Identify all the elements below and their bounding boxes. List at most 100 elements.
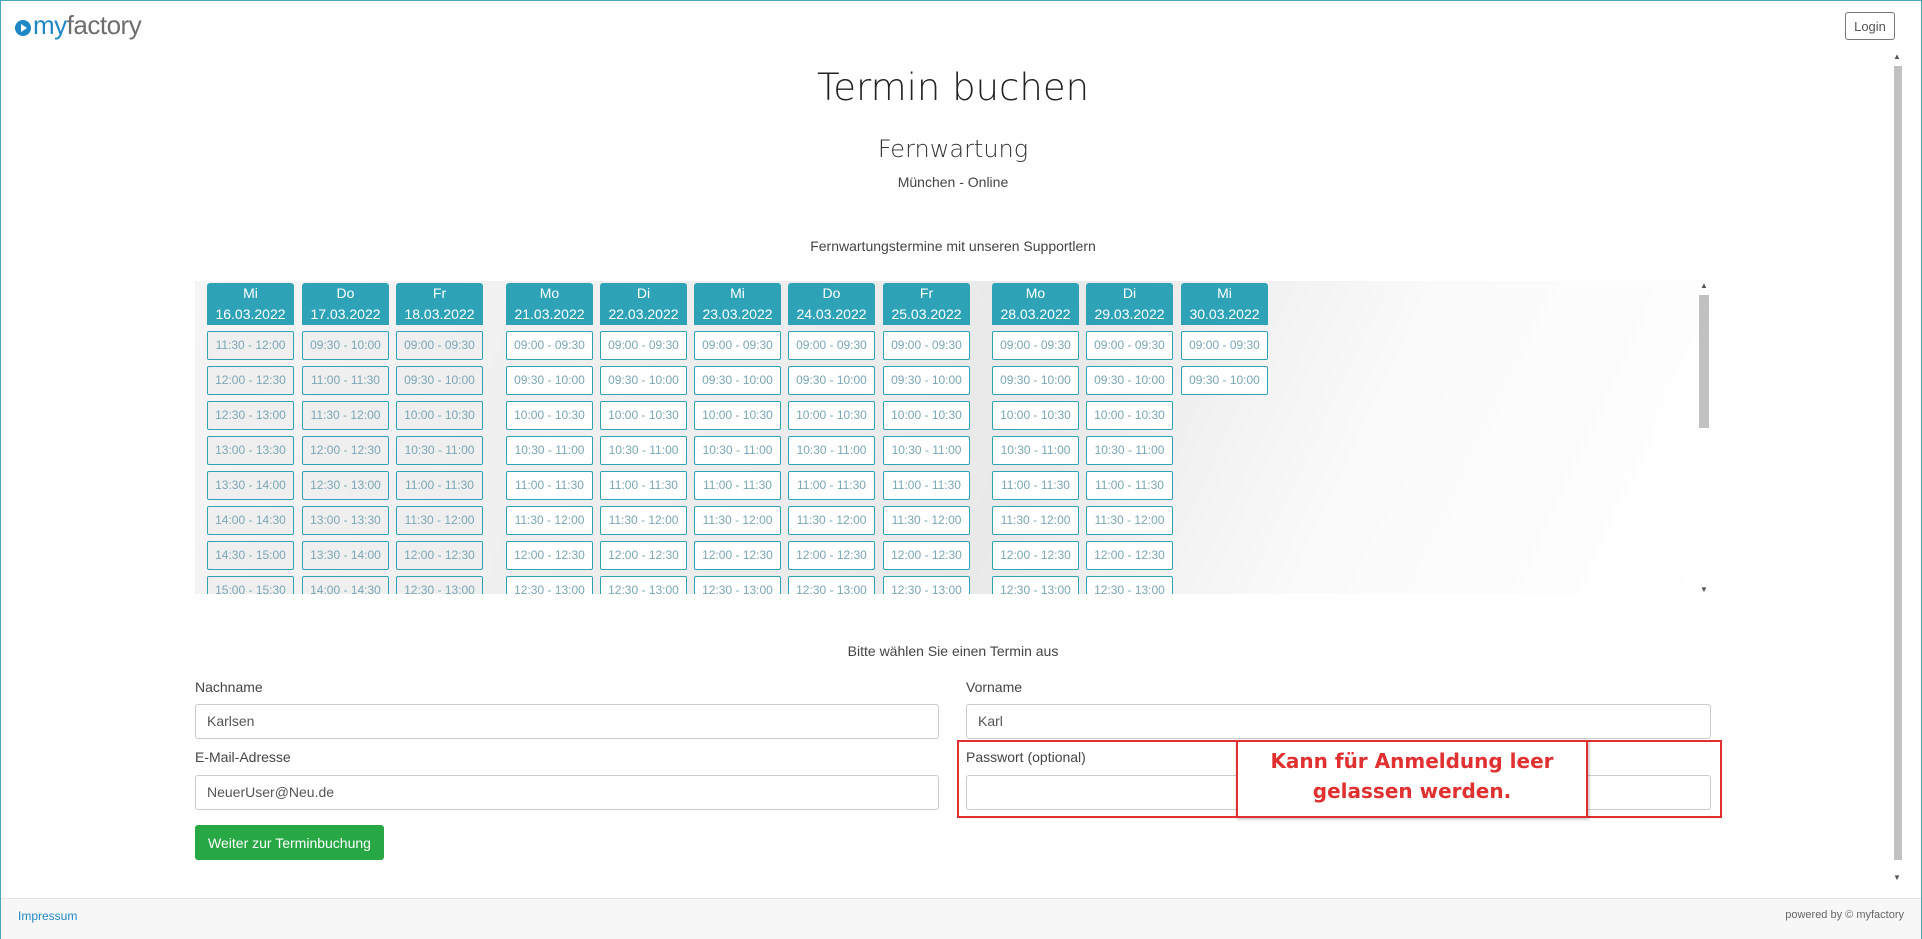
time-slot-button[interactable]: 13:30 - 14:00 [302,541,389,570]
time-slot-button[interactable]: 12:00 - 12:30 [992,541,1079,570]
time-slot-button[interactable]: 09:30 - 10:00 [1181,366,1268,395]
time-slot-button[interactable]: 09:00 - 09:30 [992,331,1079,360]
appointment-schedule[interactable]: Mi 30.03.2022 09:00 - 09:30 09:30 - 10:00 Di… [195,281,1712,594]
time-slot-button[interactable]: 12:00 - 12:30 [506,541,593,570]
day-header: Mo 21.03.2022 [506,283,593,325]
time-slot-button[interactable]: 12:30 - 13:00 [992,576,1079,594]
time-slot-button[interactable]: 10:30 - 11:00 [788,436,875,465]
time-slot-button[interactable]: 09:30 - 10:00 [992,366,1079,395]
time-slot-button[interactable]: 12:30 - 13:00 [883,576,970,594]
time-slot-button[interactable]: 10:00 - 10:30 [694,401,781,430]
firstname-input[interactable]: Karl [966,704,1711,739]
time-slot-button[interactable]: 11:00 - 11:30 [506,471,593,500]
time-slot-button[interactable]: 11:30 - 12:00 [207,331,294,360]
time-slot-button[interactable]: 13:00 - 13:30 [207,436,294,465]
time-slot-button[interactable]: 11:00 - 11:30 [883,471,970,500]
time-slot-button[interactable]: 10:00 - 10:30 [396,401,483,430]
service-title: Fernwartung [877,135,1029,163]
time-slot-button[interactable]: 11:30 - 12:00 [694,506,781,535]
time-slot-button[interactable]: 12:00 - 12:30 [302,436,389,465]
time-slot-button[interactable]: 09:00 - 09:30 [788,331,875,360]
time-slot-button[interactable]: 10:30 - 11:00 [694,436,781,465]
time-slot-button[interactable]: 12:00 - 12:30 [1086,541,1173,570]
time-slot-button[interactable]: 11:30 - 12:00 [302,401,389,430]
time-slot-button[interactable]: 09:00 - 09:30 [694,331,781,360]
myfactory-logo[interactable]: my factory [15,10,142,41]
time-slot-button[interactable]: 12:00 - 12:30 [207,366,294,395]
time-slot-button[interactable]: 11:30 - 12:00 [883,506,970,535]
time-slot-button[interactable]: 12:00 - 12:30 [600,541,687,570]
time-slot-button[interactable]: 09:30 - 10:00 [506,366,593,395]
scroll-up-icon[interactable]: ▲ [1893,52,1901,61]
time-slot-button[interactable]: 09:00 - 09:30 [396,331,483,360]
time-slot-button[interactable]: 10:30 - 11:00 [600,436,687,465]
lastname-input[interactable]: Karlsen [195,704,939,739]
time-slot-button[interactable]: 11:30 - 12:00 [1086,506,1173,535]
time-slot-button[interactable]: 11:30 - 12:00 [506,506,593,535]
time-slot-button[interactable]: 10:00 - 10:30 [992,401,1079,430]
time-slot-button[interactable]: 11:30 - 12:00 [600,506,687,535]
time-slot-button[interactable]: 10:30 - 11:00 [506,436,593,465]
email-input[interactable]: NeuerUser@Neu.de [195,775,939,810]
time-slot-button[interactable]: 10:00 - 10:30 [883,401,970,430]
time-slot-button[interactable]: 12:30 - 13:00 [506,576,593,594]
time-slot-button[interactable]: 13:30 - 14:00 [207,471,294,500]
time-slot-button[interactable]: 12:00 - 12:30 [694,541,781,570]
time-slot-button[interactable]: 09:30 - 10:00 [694,366,781,395]
time-slot-button[interactable]: 09:00 - 09:30 [883,331,970,360]
time-slot-button[interactable]: 10:30 - 11:00 [883,436,970,465]
time-slot-button[interactable]: 12:00 - 12:30 [788,541,875,570]
time-slot-button[interactable]: 11:00 - 11:30 [1086,471,1173,500]
schedule-scrollbar[interactable]: ▲ ▼ [1695,281,1712,594]
time-slot-button[interactable]: 09:30 - 10:00 [600,366,687,395]
time-slot-button[interactable]: 11:30 - 12:00 [396,506,483,535]
time-slot-button[interactable]: 13:00 - 13:30 [302,506,389,535]
time-slot-button[interactable]: 10:30 - 11:00 [992,436,1079,465]
continue-booking-button[interactable]: Weiter zur Terminbuchung [195,825,384,860]
time-slot-button[interactable]: 11:00 - 11:30 [396,471,483,500]
time-slot-button[interactable]: 15:00 - 15:30 [207,576,294,594]
time-slot-button[interactable]: 12:30 - 13:00 [207,401,294,430]
scroll-up-icon[interactable]: ▲ [1700,281,1708,290]
time-slot-button[interactable]: 12:30 - 13:00 [600,576,687,594]
time-slot-button[interactable]: 09:30 - 10:00 [396,366,483,395]
time-slot-button[interactable]: 11:00 - 11:30 [600,471,687,500]
time-slot-button[interactable]: 12:00 - 12:30 [883,541,970,570]
impressum-link[interactable]: Impressum [18,909,77,923]
time-slot-button[interactable]: 10:30 - 11:00 [396,436,483,465]
time-slot-button[interactable]: 09:00 - 09:30 [506,331,593,360]
time-slot-button[interactable]: 11:00 - 11:30 [992,471,1079,500]
time-slot-button[interactable]: 11:30 - 12:00 [992,506,1079,535]
time-slot-button[interactable]: 11:00 - 11:30 [788,471,875,500]
time-slot-button[interactable]: 09:30 - 10:00 [1086,366,1173,395]
time-slot-button[interactable]: 12:30 - 13:00 [788,576,875,594]
time-slot-button[interactable]: 10:00 - 10:30 [506,401,593,430]
time-slot-button[interactable]: 09:30 - 10:00 [883,366,970,395]
time-slot-button[interactable]: 12:30 - 13:00 [694,576,781,594]
time-slot-button[interactable]: 11:00 - 11:30 [302,366,389,395]
time-slot-button[interactable]: 09:30 - 10:00 [788,366,875,395]
scroll-down-icon[interactable]: ▼ [1700,585,1708,594]
day-date: 29.03.2022 [1094,306,1165,322]
time-slot-button[interactable]: 12:30 - 13:00 [1086,576,1173,594]
time-slot-button[interactable]: 10:00 - 10:30 [1086,401,1173,430]
time-slot-button[interactable]: 14:00 - 14:30 [302,576,389,594]
time-slot-button[interactable]: 10:30 - 11:00 [1086,436,1173,465]
time-slot-button[interactable]: 12:30 - 13:00 [302,471,389,500]
time-slot-button[interactable]: 09:00 - 09:30 [1086,331,1173,360]
time-slot-button[interactable]: 09:00 - 09:30 [1181,331,1268,360]
login-button[interactable]: Login [1845,12,1895,40]
time-slot-button[interactable]: 10:00 - 10:30 [600,401,687,430]
scroll-down-icon[interactable]: ▼ [1893,873,1901,882]
time-slot-button[interactable]: 14:30 - 15:00 [207,541,294,570]
time-slot-button[interactable]: 11:30 - 12:00 [788,506,875,535]
time-slot-button[interactable]: 11:00 - 11:30 [694,471,781,500]
time-slot-button[interactable]: 14:00 - 14:30 [207,506,294,535]
time-slot-button[interactable]: 09:00 - 09:30 [600,331,687,360]
schedule-scrollbar-thumb[interactable] [1699,295,1709,428]
time-slot-button[interactable]: 09:30 - 10:00 [302,331,389,360]
time-slot-button[interactable]: 12:30 - 13:00 [396,576,483,594]
time-slot-button[interactable]: 12:00 - 12:30 [396,541,483,570]
time-slot-button[interactable]: 10:00 - 10:30 [788,401,875,430]
top-bar: my factory Login [0,0,1922,50]
